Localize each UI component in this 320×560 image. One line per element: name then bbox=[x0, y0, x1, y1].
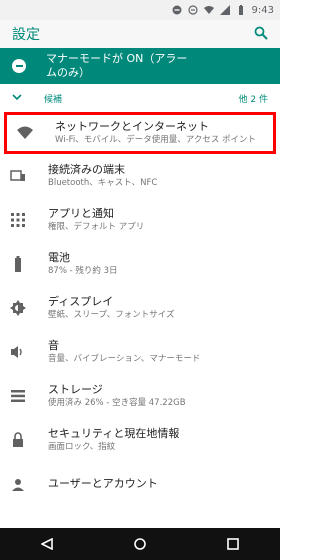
status-time: 9:43 bbox=[251, 4, 274, 16]
apps-grid-icon bbox=[10, 212, 26, 228]
item-title: ディスプレイ bbox=[48, 295, 114, 308]
item-subtitle: 87% - 残り約 3日 bbox=[48, 266, 118, 276]
dnd-icon bbox=[172, 5, 182, 15]
battery-icon bbox=[236, 5, 246, 15]
item-title: ストレージ bbox=[48, 383, 103, 396]
settings-item-apps[interactable]: アプリと通知 権限、デフォルト アプリ bbox=[0, 198, 280, 242]
wifi-icon bbox=[17, 125, 33, 141]
item-subtitle: 権限、デフォルト アプリ bbox=[48, 222, 145, 232]
storage-icon bbox=[10, 388, 26, 404]
item-subtitle: 壁紙、スリープ、フォントサイズ bbox=[48, 310, 175, 320]
item-title: ネットワークとインターネット bbox=[55, 120, 209, 133]
home-icon[interactable] bbox=[132, 536, 148, 552]
settings-item-accounts[interactable]: ユーザーとアカウント bbox=[0, 462, 280, 506]
dnd-icon bbox=[12, 59, 26, 73]
item-subtitle: Bluetooth、キャスト、NFC bbox=[48, 178, 158, 188]
settings-item-display[interactable]: ディスプレイ 壁紙、スリープ、フォントサイズ bbox=[0, 286, 280, 330]
settings-item-network[interactable]: ネットワークとインターネット Wi-Fi、モバイル、データ使用量、アクセス ポイ… bbox=[4, 112, 276, 154]
item-title: セキュリティと現在地情報 bbox=[48, 427, 180, 440]
item-subtitle: 使用済み 26% - 空き容量 47.22GB bbox=[48, 398, 186, 408]
battery-icon bbox=[10, 256, 26, 272]
back-icon[interactable] bbox=[39, 536, 55, 552]
item-subtitle: 画面ロック、指紋 bbox=[48, 442, 116, 452]
status-bar: 9:43 bbox=[0, 0, 280, 20]
devices-icon bbox=[10, 168, 26, 184]
account-icon bbox=[10, 476, 26, 492]
page-title: 設定 bbox=[12, 27, 40, 43]
banner-text: マナーモードが ON（アラー ムのみ） bbox=[46, 52, 188, 79]
item-title: 音 bbox=[48, 339, 59, 352]
item-title: アプリと通知 bbox=[48, 207, 114, 220]
navigation-bar bbox=[0, 528, 280, 560]
suggestions-header[interactable]: 候補 他 2 件 bbox=[0, 84, 280, 112]
settings-item-sound[interactable]: 音 音量、バイブレーション、マナーモード bbox=[0, 330, 280, 374]
lock-icon bbox=[10, 432, 26, 448]
settings-item-battery[interactable]: 電池 87% - 残り約 3日 bbox=[0, 242, 280, 286]
signal-icon bbox=[219, 5, 230, 15]
item-title: 電池 bbox=[48, 251, 70, 264]
settings-item-security[interactable]: セキュリティと現在地情報 画面ロック、指紋 bbox=[0, 418, 280, 462]
dnd-banner[interactable]: マナーモードが ON（アラー ムのみ） bbox=[0, 48, 280, 84]
item-subtitle: Wi-Fi、モバイル、データ使用量、アクセス ポイント bbox=[55, 135, 257, 145]
settings-item-connected-devices[interactable]: 接続済みの端末 Bluetooth、キャスト、NFC bbox=[0, 154, 280, 198]
settings-item-storage[interactable]: ストレージ 使用済み 26% - 空き容量 47.22GB bbox=[0, 374, 280, 418]
search-icon[interactable] bbox=[254, 25, 268, 44]
item-title: 接続済みの端末 bbox=[48, 163, 125, 176]
suggestions-more[interactable]: 他 2 件 bbox=[239, 92, 268, 105]
suggestions-label: 候補 bbox=[44, 94, 63, 105]
item-title: ユーザーとアカウント bbox=[48, 477, 158, 490]
app-bar: 設定 bbox=[0, 20, 280, 48]
item-subtitle: 音量、バイブレーション、マナーモード bbox=[48, 354, 201, 364]
wifi-icon bbox=[203, 5, 214, 15]
recents-icon[interactable] bbox=[225, 536, 241, 552]
minus-icon bbox=[187, 5, 198, 15]
volume-icon bbox=[10, 344, 26, 360]
brightness-icon bbox=[10, 300, 26, 316]
chevron-down-icon[interactable] bbox=[12, 92, 22, 105]
